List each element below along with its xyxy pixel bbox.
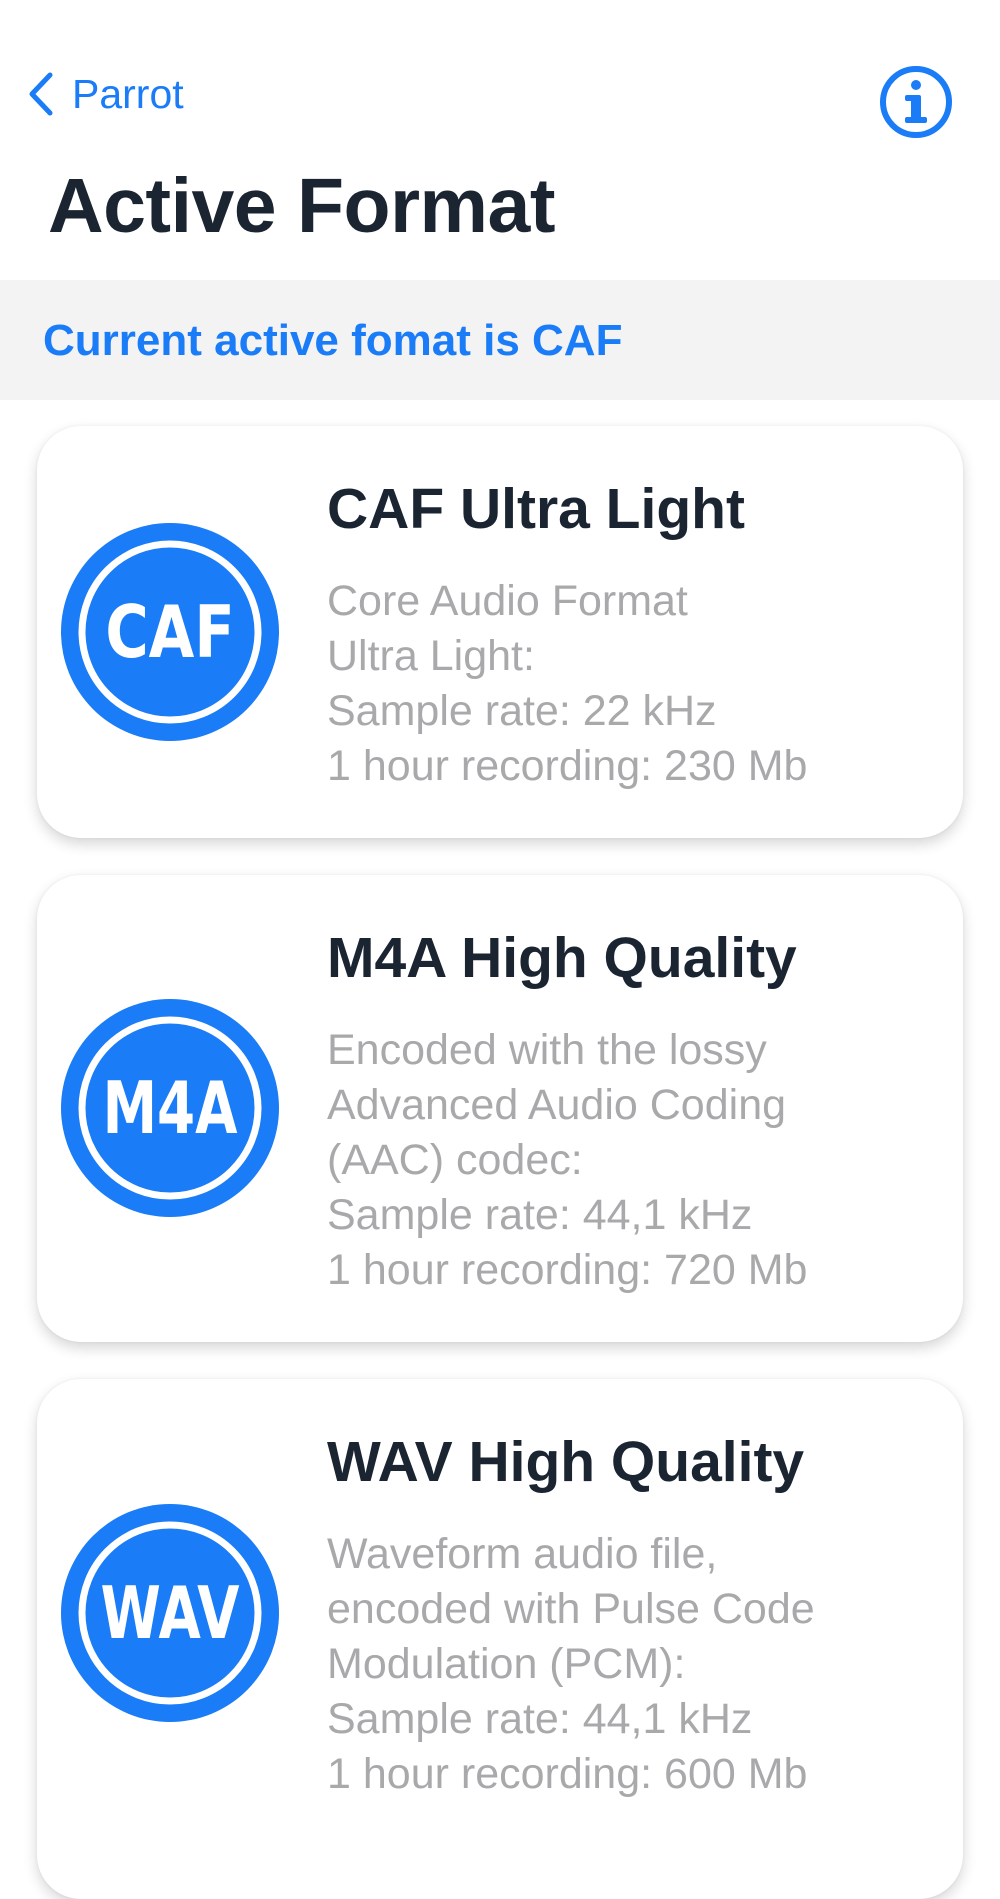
- description-line: (AAC) codec:: [327, 1136, 583, 1184]
- format-card-wav[interactable]: WAV WAV High Quality Waveform audio file…: [37, 1379, 963, 1899]
- recording-size: 1 hour recording: 720 Mb: [327, 1246, 808, 1294]
- caf-badge-icon: CAF: [61, 523, 279, 741]
- info-button[interactable]: [878, 64, 954, 140]
- back-button-label[interactable]: Parrot: [72, 73, 184, 115]
- description-line: Advanced Audio Coding: [327, 1081, 787, 1129]
- navigation-bar: Parrot: [0, 0, 1000, 150]
- sample-rate: Sample rate: 22 kHz: [327, 687, 717, 735]
- format-description: Encoded with the lossy Advanced Audio Co…: [327, 1023, 947, 1298]
- recording-size: 1 hour recording: 230 Mb: [327, 742, 808, 790]
- info-circle-icon[interactable]: [878, 64, 954, 140]
- wav-badge-icon: WAV: [61, 1504, 279, 1722]
- format-description: Core Audio Format Ultra Light: Sample ra…: [327, 574, 947, 794]
- wav-badge-label: WAV: [101, 1573, 240, 1656]
- m4a-badge-icon: M4A: [61, 999, 279, 1217]
- caf-badge-label: CAF: [105, 590, 234, 674]
- m4a-badge-label: M4A: [103, 1068, 238, 1151]
- back-button[interactable]: Parrot: [28, 72, 184, 116]
- description-line: Ultra Light:: [327, 632, 535, 680]
- chevron-left-icon[interactable]: [28, 72, 54, 116]
- format-card-m4a[interactable]: M4A M4A High Quality Encoded with the lo…: [37, 875, 963, 1342]
- format-card-caf[interactable]: CAF CAF Ultra Light Core Audio Format Ul…: [37, 426, 963, 838]
- sample-rate: Sample rate: 44,1 kHz: [327, 1191, 753, 1239]
- format-title: CAF Ultra Light: [327, 477, 745, 541]
- format-title: WAV High Quality: [327, 1430, 805, 1494]
- page-title: Active Format: [48, 163, 555, 249]
- active-format-status: Current active fomat is CAF: [43, 316, 623, 365]
- recording-size: 1 hour recording: 600 Mb: [327, 1750, 808, 1798]
- description-line: Modulation (PCM):: [327, 1640, 686, 1688]
- description-line: Waveform audio file,: [327, 1530, 718, 1578]
- description-line: Core Audio Format: [327, 577, 688, 625]
- format-title: M4A High Quality: [327, 926, 797, 990]
- description-line: encoded with Pulse Code: [327, 1585, 815, 1633]
- format-description: Waveform audio file, encoded with Pulse …: [327, 1527, 947, 1802]
- active-format-banner: Current active fomat is CAF: [0, 280, 1000, 400]
- sample-rate: Sample rate: 44,1 kHz: [327, 1695, 753, 1743]
- description-line: Encoded with the lossy: [327, 1026, 767, 1074]
